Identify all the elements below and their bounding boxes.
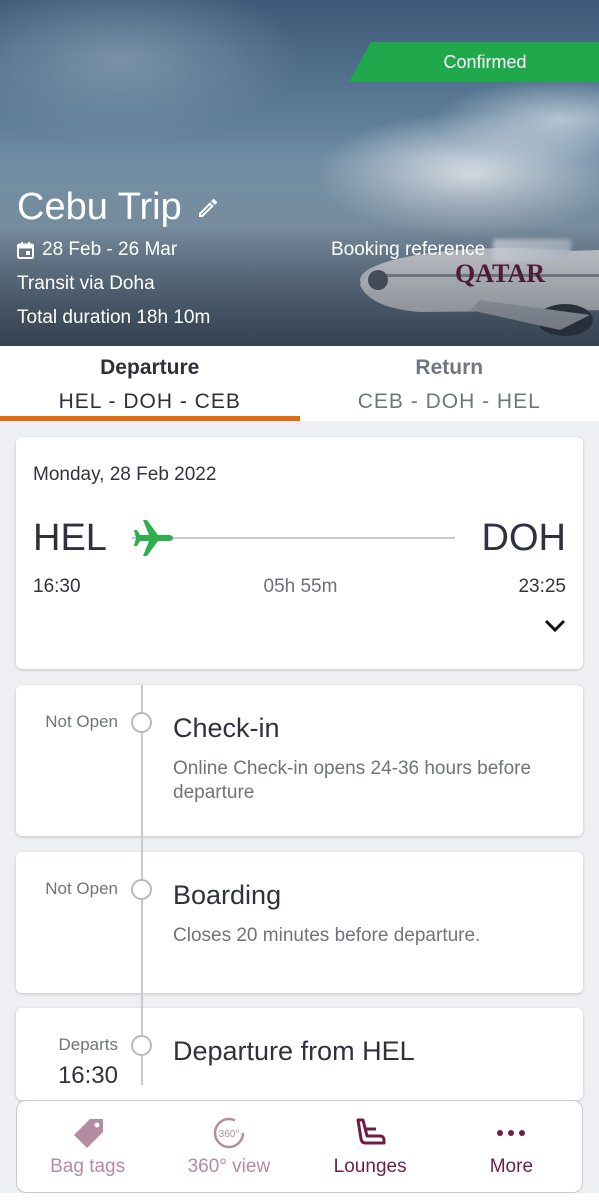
nav-more[interactable]: More <box>441 1101 582 1192</box>
checkin-step-card[interactable]: Not Open Check-in Online Check-in opens … <box>16 685 583 836</box>
checkin-description: Online Check-in opens 24-36 hours before… <box>173 758 532 803</box>
tab-return-label: Return <box>415 356 484 379</box>
nav-lounges[interactable]: Lounges <box>300 1101 441 1192</box>
trip-dates: 28 Feb - 26 Mar <box>42 239 178 260</box>
departure-step-time: 16:30 <box>57 1062 118 1089</box>
nav-360-view-label: 360° view <box>187 1155 271 1177</box>
origin-code: HEL <box>33 517 107 559</box>
bottom-navigation: Bag tags 360° 360° view Lounges More <box>16 1100 583 1193</box>
boarding-description: Closes 20 minutes before departure. <box>173 925 481 946</box>
airplane-icon <box>134 520 173 556</box>
tag-icon <box>73 1118 103 1148</box>
checkin-status: Not Open <box>45 712 118 731</box>
pencil-icon[interactable] <box>196 196 220 220</box>
360-icon: 360° <box>213 1117 245 1148</box>
departure-step-card[interactable]: Departs 16:30 Departure from HEL <box>16 1008 583 1100</box>
boarding-status: Not Open <box>45 879 118 898</box>
calendar-icon <box>17 241 34 259</box>
svg-text:360°: 360° <box>219 1129 240 1140</box>
tab-departure[interactable]: Departure HEL - DOH - CEB <box>0 346 300 421</box>
flight-card[interactable]: Monday, 28 Feb 2022 HEL DOH 16:30 05h 55… <box>16 437 583 669</box>
nav-bag-tags[interactable]: Bag tags <box>17 1101 158 1192</box>
trip-title: Cebu Trip <box>17 186 182 228</box>
departure-step-title: Departure from HEL <box>173 1036 415 1066</box>
tab-departure-route: HEL - DOH - CEB <box>58 390 241 413</box>
booking-reference: Booking reference <box>331 239 572 261</box>
status-badge: Confirmed <box>349 42 599 82</box>
more-dots-icon <box>497 1129 526 1136</box>
trip-dates-row: 28 Feb - 26 Mar <box>17 239 177 261</box>
chevron-down-icon[interactable] <box>543 617 567 635</box>
tab-return-route: CEB - DOH - HEL <box>357 390 541 413</box>
boarding-title: Boarding <box>173 880 282 910</box>
checkin-title: Check-in <box>173 713 280 743</box>
trip-hero: QATAR Confirmed Cebu Trip 28 Feb - 26 Ma… <box>0 0 599 346</box>
booking-reference-label: Booking reference <box>331 239 486 260</box>
departure-status: Departs <box>58 1035 118 1054</box>
nav-360-view[interactable]: 360° 360° view <box>158 1101 299 1192</box>
nav-lounges-label: Lounges <box>333 1155 407 1177</box>
flight-date: Monday, 28 Feb 2022 <box>33 464 217 485</box>
seat-icon <box>356 1118 386 1144</box>
tab-departure-label: Departure <box>100 356 200 379</box>
direction-tabs: Departure HEL - DOH - CEB Return CEB - D… <box>0 346 599 421</box>
transit-info: Transit via Doha <box>17 273 155 294</box>
nav-more-label: More <box>489 1155 534 1177</box>
destination-code: DOH <box>481 517 566 559</box>
boarding-timeline-dot <box>131 879 152 900</box>
arrival-time: 23:25 <box>518 576 566 597</box>
checkin-timeline-dot <box>131 712 152 733</box>
trip-title-row: Cebu Trip <box>17 186 220 229</box>
flight-duration: 05h 55m <box>263 576 338 597</box>
boarding-step-card[interactable]: Not Open Boarding Closes 20 minutes befo… <box>16 852 583 993</box>
booking-reference-redacted <box>493 239 572 261</box>
nav-bag-tags-label: Bag tags <box>50 1155 126 1177</box>
tab-return[interactable]: Return CEB - DOH - HEL <box>300 346 599 421</box>
total-duration: Total duration 18h 10m <box>17 307 211 328</box>
route-line <box>132 537 455 539</box>
departure-timeline-dot <box>131 1035 152 1056</box>
